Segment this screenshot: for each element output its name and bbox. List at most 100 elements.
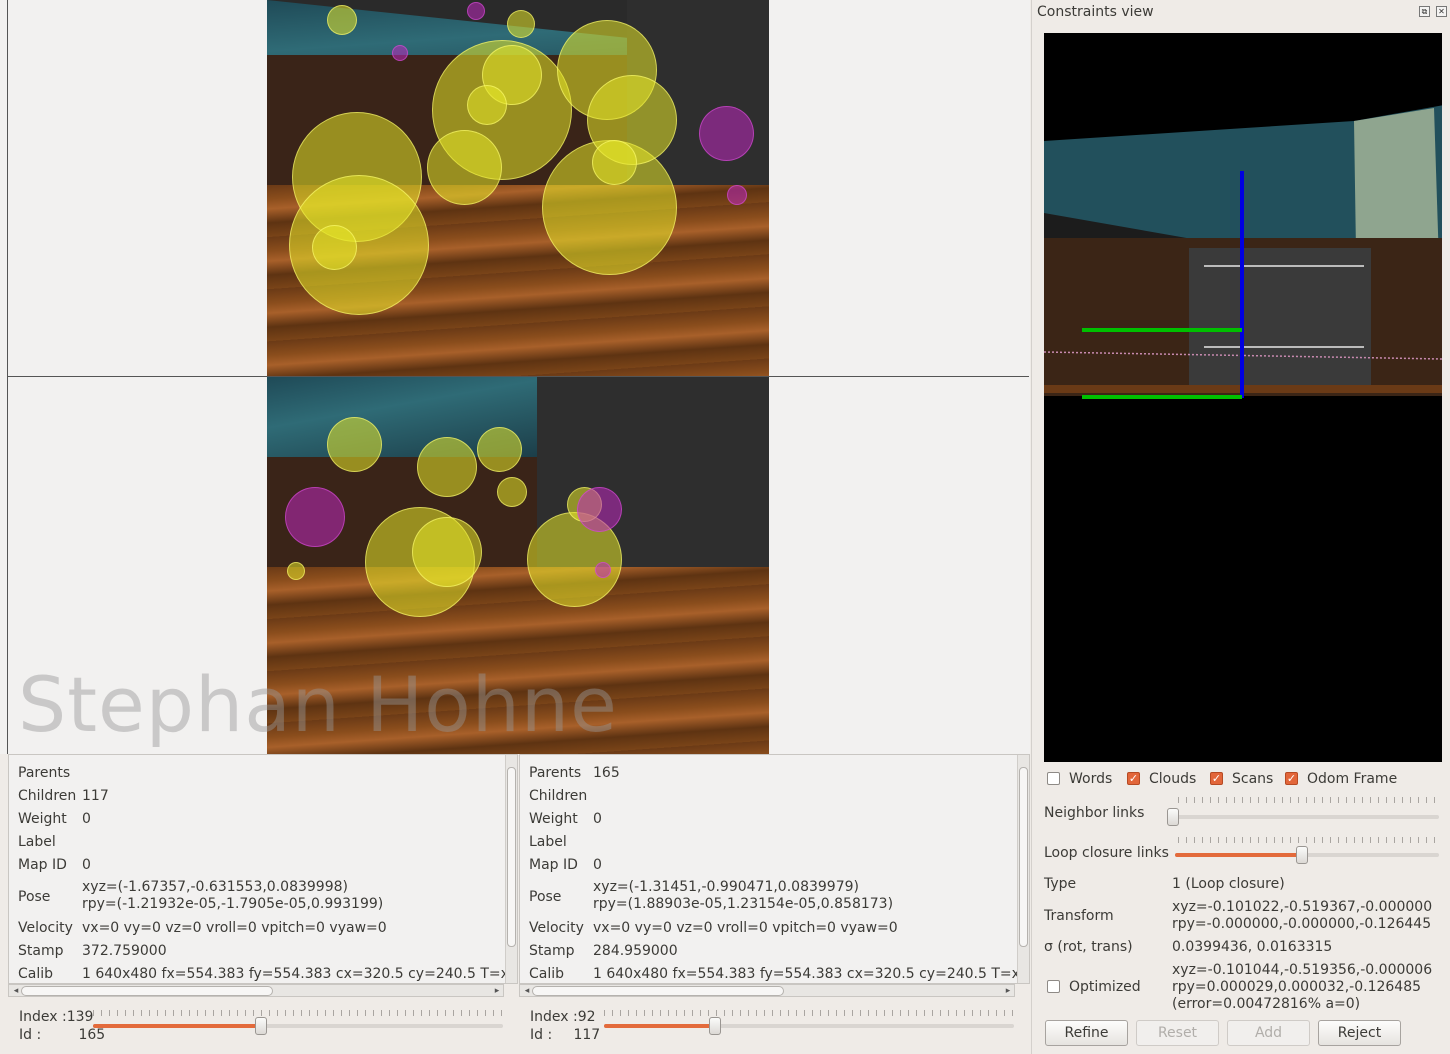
image-view-area: Stephan Hohne (0, 0, 1030, 754)
odom-frame-label: Odom Frame (1307, 771, 1398, 787)
left-slider-ticks (93, 1010, 503, 1016)
clouds-checkbox[interactable] (1127, 772, 1140, 785)
left-node-info-panel[interactable]: Parents Children 117 Weight 0 Label Map ID… (8, 754, 518, 984)
left-panel-vscroll-thumb[interactable] (507, 767, 516, 947)
loop-closure-links-label: Loop closure links (1044, 845, 1169, 861)
feature-circle (392, 45, 408, 61)
scroll-left-arrow-icon[interactable]: ◂ (522, 985, 532, 997)
feature-circle (327, 5, 357, 35)
feature-circle (412, 517, 482, 587)
feature-circle (467, 2, 485, 20)
info-row-label: Label (18, 834, 56, 850)
left-panel-horizontal-scrollbar[interactable]: ◂ ▸ (8, 984, 504, 997)
constraints-3d-viewport[interactable] (1044, 33, 1442, 762)
feature-circle (289, 175, 429, 315)
feature-circle (312, 225, 357, 270)
slider-fill (604, 1024, 715, 1028)
words-label: Words (1069, 771, 1113, 787)
reject-button[interactable]: Reject (1318, 1020, 1401, 1046)
scroll-right-arrow-icon[interactable]: ▸ (1003, 985, 1013, 997)
info-row-stamp: Stamp 372.759000 (18, 943, 167, 959)
feature-circle (327, 417, 382, 472)
scans-checkbox[interactable] (1210, 772, 1223, 785)
slider-fill (1175, 853, 1302, 857)
info-row-weight: Weight 0 (18, 811, 91, 827)
info-row-calib: Calib 1 640x480 fx=554.383 fy=554.383 cx=… (18, 966, 508, 982)
left-index-slider[interactable] (93, 1017, 503, 1035)
info-pose-xyz: xyz=(-1.67357,-0.631553,0.0839998) (82, 879, 348, 895)
loop-closure-links-slider[interactable] (1175, 846, 1439, 864)
float-dock-icon[interactable]: ⧉ (1419, 6, 1430, 17)
scene-box (1189, 248, 1371, 388)
reset-button[interactable]: Reset (1136, 1020, 1219, 1046)
info-row-pose: Pose (18, 889, 51, 905)
neighbor-links-label: Neighbor links (1044, 805, 1145, 821)
feature-circle (497, 477, 527, 507)
neighbor-slider-ticks (1178, 797, 1440, 803)
top-image[interactable] (267, 0, 769, 376)
optimized-checkbox[interactable] (1047, 980, 1060, 993)
feature-circle (477, 427, 522, 472)
constraints-3d-scene (1044, 105, 1442, 399)
refine-button[interactable]: Refine (1045, 1020, 1128, 1046)
close-dock-icon[interactable]: ✕ (1436, 6, 1447, 17)
right-index-slider[interactable] (604, 1017, 1014, 1035)
dock-separator[interactable] (1031, 0, 1032, 1054)
right-id-label: Id :117 (530, 1027, 601, 1043)
feature-circle (467, 85, 507, 125)
left-index-label: Index :139 (19, 1009, 94, 1025)
clouds-label: Clouds (1149, 771, 1197, 787)
feature-circle (699, 106, 754, 161)
info-row-velocity: Velocity vx=0 vy=0 vz=0 vroll=0 vpitch=0 … (529, 920, 898, 936)
info-row-weight: Weight 0 (529, 811, 602, 827)
left-panel-vertical-scrollbar[interactable] (505, 755, 517, 983)
feature-circle (727, 185, 747, 205)
info-pose-xyz: xyz=(-1.31451,-0.990471,0.0839979) (593, 879, 859, 895)
info-pose-rpy: rpy=(-1.21932e-05,-1.7905e-05,0.993199) (82, 896, 384, 912)
right-panel-vertical-scrollbar[interactable] (1017, 755, 1029, 983)
info-row-velocity: Velocity vx=0 vy=0 vz=0 vroll=0 vpitch=0 … (18, 920, 387, 936)
info-row-parents: Parents 165 (529, 765, 620, 781)
scroll-right-arrow-icon[interactable]: ▸ (492, 985, 502, 997)
type-label: Type (1044, 876, 1077, 892)
loop-slider-ticks (1178, 837, 1440, 843)
right-panel-hscroll-thumb[interactable] (532, 986, 784, 996)
info-row-stamp: Stamp 284.959000 (529, 943, 678, 959)
optimized-xyz: xyz=-0.101044,-0.519356,-0.000006 (1172, 962, 1433, 978)
transform-xyz: xyz=-0.101022,-0.519367,-0.000000 (1172, 899, 1433, 915)
feature-circle (595, 562, 611, 578)
info-row-map-id: Map ID 0 (18, 857, 91, 873)
info-row-label: Label (529, 834, 567, 850)
feature-circle (507, 10, 535, 38)
left-id-label: Id :165 (19, 1027, 106, 1043)
slider-handle[interactable] (709, 1017, 721, 1035)
words-checkbox[interactable] (1047, 772, 1060, 785)
optimized-label: Optimized (1069, 979, 1141, 995)
transform-rpy: rpy=-0.000000,-0.000000,-0.126445 (1172, 916, 1432, 932)
odom-frame-checkbox[interactable] (1285, 772, 1298, 785)
feature-circle (285, 487, 345, 547)
feature-circle (287, 562, 305, 580)
scans-label: Scans (1232, 771, 1274, 787)
slider-handle[interactable] (255, 1017, 267, 1035)
neighbor-links-slider[interactable] (1167, 808, 1439, 826)
info-row-pose: Pose (529, 889, 562, 905)
right-panel-vscroll-thumb[interactable] (1019, 767, 1028, 947)
optimized-rpy: rpy=0.000029,0.000032,-0.126485 (1172, 979, 1422, 995)
sigma-label: σ (rot, trans) (1044, 939, 1133, 955)
slider-track (1173, 815, 1439, 819)
feature-circle (592, 140, 637, 185)
info-row-calib: Calib 1 640x480 fx=554.383 fy=554.383 cx=… (529, 966, 1019, 982)
slider-handle[interactable] (1167, 808, 1179, 826)
slider-handle[interactable] (1296, 846, 1308, 864)
right-node-info-panel[interactable]: Parents 165 Children Weight 0 Label Map ID… (519, 754, 1030, 984)
sigma-value: 0.0399436, 0.0163315 (1172, 939, 1333, 955)
feature-circle (427, 130, 502, 205)
add-button[interactable]: Add (1227, 1020, 1310, 1046)
info-pose-rpy: rpy=(1.88903e-05,1.23154e-05,0.858173) (593, 896, 894, 912)
scroll-left-arrow-icon[interactable]: ◂ (11, 985, 21, 997)
left-panel-hscroll-thumb[interactable] (21, 986, 273, 996)
type-value: 1 (Loop closure) (1172, 876, 1285, 892)
right-panel-horizontal-scrollbar[interactable]: ◂ ▸ (519, 984, 1015, 997)
slider-fill (93, 1024, 261, 1028)
